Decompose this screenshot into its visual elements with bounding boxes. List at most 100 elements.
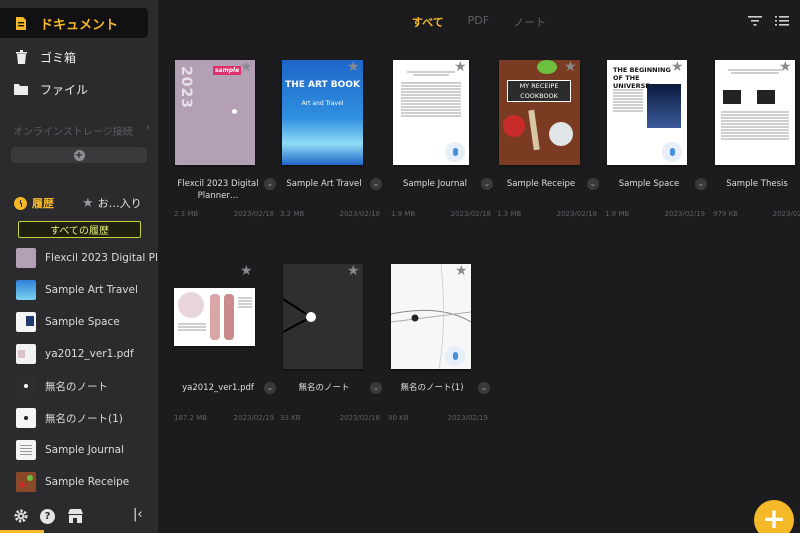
history-item[interactable]: 無名のノート(1)	[16, 406, 123, 430]
history-item-label: Sample Journal	[45, 444, 125, 456]
help-icon[interactable]: ?	[40, 509, 55, 524]
history-item[interactable]: Sample Art Travel	[16, 278, 138, 302]
nav-documents-label: ドキュメント	[40, 17, 119, 33]
store-icon[interactable]	[67, 508, 84, 528]
file-size: 2.3 MB	[174, 210, 199, 218]
history-item-label: Sample Space	[45, 316, 120, 328]
all-history-button[interactable]: すべての履歴	[18, 221, 141, 238]
document-title: Sample Receipe	[506, 179, 576, 189]
file-size: 1.9 MB	[391, 210, 416, 218]
favorite-star-icon[interactable]: ★	[240, 60, 254, 74]
nav-documents[interactable]: ドキュメント	[0, 8, 148, 38]
favorite-star-icon[interactable]: ★	[779, 60, 793, 74]
document-meta: 1.9 MB 2023/02/18	[391, 210, 491, 218]
document-cover[interactable]: ★	[174, 264, 282, 376]
document-cover[interactable]: ★	[713, 60, 800, 172]
document-meta: 979 KB 2023/02/18	[713, 210, 800, 218]
chevron-right-icon[interactable]: ›	[146, 122, 150, 133]
favorite-star-icon[interactable]: ★	[671, 60, 685, 74]
nav-files[interactable]: ファイル	[0, 74, 148, 104]
nav-files-label: ファイル	[40, 82, 89, 97]
cover-page	[715, 60, 795, 165]
add-storage-button[interactable]: +	[11, 147, 147, 163]
favorite-star-icon[interactable]: ★	[347, 60, 361, 74]
document-cover[interactable]: THE ART BOOK Art and Travel ★	[280, 60, 388, 172]
document-meta: 33 KB 2023/02/18	[280, 414, 380, 422]
thumbnail	[16, 408, 36, 428]
microphone-icon	[445, 346, 465, 366]
history-item[interactable]: ya2012_ver1.pdf	[16, 342, 134, 366]
nav-trash[interactable]: ゴミ箱	[0, 42, 148, 72]
favorite-star-icon[interactable]: ★	[347, 264, 361, 278]
sidebar-bottom-bar: ? |‹	[0, 504, 158, 530]
history-item[interactable]: Sample Journal	[16, 438, 124, 462]
cover-title: MY RECEIPE	[519, 82, 559, 90]
tab-history-label: 履歴	[32, 197, 54, 210]
list-view-icon[interactable]	[775, 15, 789, 27]
document-meta: 1.9 MB 2023/02/19	[605, 210, 705, 218]
chevron-down-icon[interactable]: ⌄	[370, 178, 382, 190]
favorite-star-icon[interactable]: ★	[564, 60, 578, 74]
add-document-button[interactable]: +	[754, 500, 794, 533]
filter-tabs: すべて PDF ノート	[158, 14, 800, 30]
file-size: 90 KB	[388, 414, 409, 422]
chevron-down-icon[interactable]: ⌄	[587, 178, 599, 190]
tab-note[interactable]: ノート	[513, 14, 546, 30]
chevron-down-icon[interactable]: ⌄	[264, 382, 276, 394]
favorite-star-icon[interactable]: ★	[455, 264, 469, 278]
document-cover[interactable]: ★	[280, 264, 388, 376]
chevron-down-icon[interactable]: ⌄	[264, 178, 276, 190]
document-title: Sample Space	[618, 179, 680, 189]
settings-icon[interactable]	[13, 508, 29, 528]
document-meta: 2.3 MB 2023/02/18	[174, 210, 274, 218]
tab-history[interactable]: 履歴	[14, 195, 54, 211]
chevron-down-icon[interactable]: ⌄	[481, 178, 493, 190]
history-item[interactable]: Flexcil 2023 Digital Pl...	[16, 246, 168, 270]
file-size: 187.2 MB	[174, 414, 208, 422]
favorite-star-icon[interactable]: ★	[454, 60, 468, 74]
file-date: 2023/02/19	[447, 414, 488, 422]
thumbnail	[16, 312, 36, 332]
cover-subtitle: COOKBOOK	[520, 92, 558, 100]
collapse-sidebar-icon[interactable]: |‹	[133, 507, 143, 522]
chevron-down-icon[interactable]: ⌄	[370, 382, 382, 394]
history-item[interactable]: Sample Space	[16, 310, 120, 334]
document-cover[interactable]: ★	[391, 60, 499, 172]
document-cover[interactable]: THE BEGINNING OF THE UNIVERSE ★	[605, 60, 713, 172]
history-item-label: Flexcil 2023 Digital Pl...	[45, 252, 168, 264]
microphone-icon	[445, 142, 465, 162]
thumbnail	[16, 440, 36, 460]
chevron-down-icon[interactable]: ⌄	[695, 178, 707, 190]
clock-icon	[14, 196, 27, 210]
tab-pdf[interactable]: PDF	[468, 14, 489, 30]
document-title: ya2012_ver1.pdf	[182, 383, 254, 393]
history-item-label: 無名のノート(1)	[45, 412, 123, 425]
thumbnail	[16, 376, 36, 396]
thumbnail	[16, 344, 36, 364]
document-cover[interactable]: ★	[388, 264, 496, 376]
file-size: 1.3 MB	[497, 210, 522, 218]
favorite-star-icon[interactable]: ★	[240, 264, 254, 278]
chevron-down-icon[interactable]: ⌄	[478, 382, 490, 394]
file-date: 2023/02/19	[664, 210, 705, 218]
history-item-label: 無名のノート	[45, 380, 108, 393]
cover-dot	[232, 109, 237, 114]
filter-icon[interactable]	[748, 15, 762, 27]
folder-icon	[12, 80, 30, 98]
tab-all[interactable]: すべて	[412, 14, 444, 30]
cover-year: 2023	[178, 66, 194, 109]
history-item[interactable]: Sample Receipe	[16, 470, 129, 494]
history-item-label: Sample Art Travel	[45, 284, 138, 296]
document-title: Sample Journal	[403, 179, 467, 189]
file-date: 2023/02/18	[233, 210, 274, 218]
file-size: 33 KB	[280, 414, 301, 422]
document-meta: 3.2 MB 2023/02/18	[280, 210, 380, 218]
history-item[interactable]: 無名のノート	[16, 374, 108, 398]
document-title: Sample Art Travel	[286, 179, 362, 189]
document-title: Sample Thesis	[726, 179, 788, 189]
document-cover[interactable]: MY RECEIPE COOKBOOK ★	[497, 60, 605, 172]
cover-page	[174, 288, 255, 346]
cover-page: THE ART BOOK Art and Travel	[282, 60, 363, 165]
tab-favorites[interactable]: ★ お…入り	[82, 195, 142, 211]
document-cover[interactable]: 2023 sample ★	[174, 60, 282, 172]
